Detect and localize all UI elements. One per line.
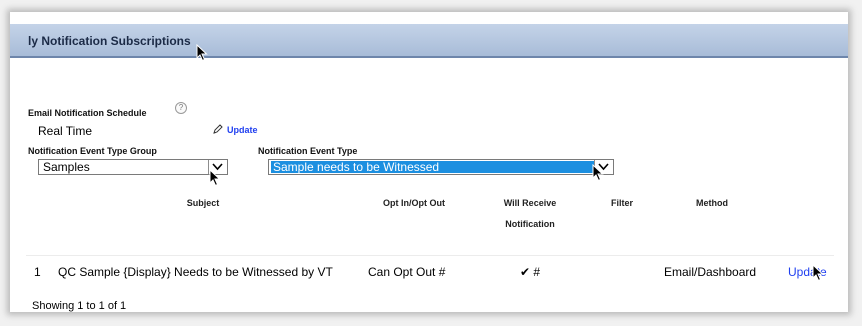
row-index: 1 xyxy=(34,265,41,279)
schedule-label: Email Notification Schedule xyxy=(28,108,147,118)
event-type-group-select[interactable]: Samples xyxy=(38,159,228,175)
cursor-arrow-icon xyxy=(592,164,604,182)
pagination-summary: Showing 1 to 1 of 1 xyxy=(32,300,127,312)
table-divider xyxy=(26,255,834,256)
schedule-value: Real Time xyxy=(38,124,93,138)
row-subject: QC Sample {Display} Needs to be Witnesse… xyxy=(58,265,333,279)
cursor-arrow-icon xyxy=(812,264,824,282)
row-opt: Can Opt Out # xyxy=(368,265,446,279)
event-type-label: Notification Event Type xyxy=(258,146,358,156)
section-title: ly Notification Subscriptions xyxy=(28,34,191,48)
row-receive: ✔ # xyxy=(520,265,541,279)
cursor-arrow-icon xyxy=(209,169,221,187)
pencil-icon xyxy=(213,124,223,137)
column-header-opt: Opt In/Opt Out xyxy=(383,198,445,208)
cursor-arrow-icon xyxy=(196,44,208,62)
column-header-notification: Notification xyxy=(505,219,555,229)
column-header-filter: Filter xyxy=(610,198,633,208)
schedule-update-link[interactable]: Update xyxy=(227,125,258,135)
notification-subscriptions-panel: ly Notification Subscriptions Email Noti… xyxy=(10,12,848,312)
event-type-group-label: Notification Event Type Group xyxy=(28,146,157,156)
row-method: Email/Dashboard xyxy=(664,265,757,279)
column-header-subject: Subject xyxy=(186,198,220,208)
column-header-method: Method xyxy=(696,198,728,208)
column-header-will-receive: Will Receive xyxy=(503,198,557,208)
event-type-select[interactable]: Sample needs to be Witnessed xyxy=(268,159,614,175)
help-icon[interactable]: ? xyxy=(175,102,187,114)
event-type-group-value: Samples xyxy=(43,160,90,174)
event-type-value: Sample needs to be Witnessed xyxy=(271,161,594,173)
